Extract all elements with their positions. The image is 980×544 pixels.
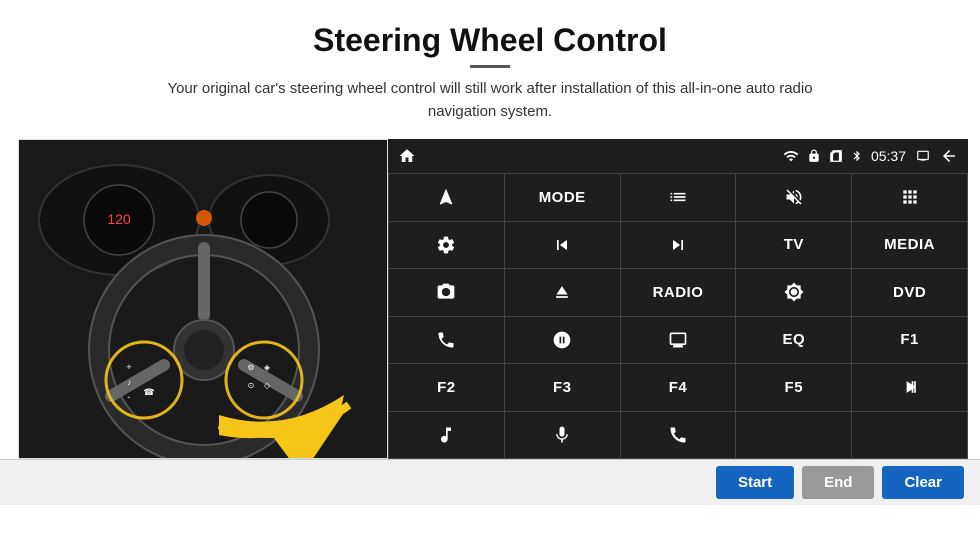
svg-text:+: + [126,362,131,372]
empty1 [736,412,851,459]
panel-button-grid: MODE TV MEDIA [388,173,968,459]
screen-icon [914,149,932,163]
svg-text:♪: ♪ [127,378,131,387]
panel-status-bar: 05:37 [388,139,968,173]
subtitle: Your original car's steering wheel contr… [140,78,840,123]
content-area: 120 + ♪ - ☎ ⚙ ◈ ⊙ ◇ [0,139,980,459]
f3-button[interactable]: F3 [505,364,620,411]
title-divider [470,65,510,68]
start-button[interactable]: Start [716,466,794,499]
lock-icon [807,149,821,163]
mute-button[interactable] [736,174,851,221]
cam360-button[interactable] [389,269,504,316]
playpause-button[interactable] [852,364,967,411]
dvd-button[interactable]: DVD [852,269,967,316]
page-title: Steering Wheel Control [0,0,980,65]
steering-wheel-image: 120 + ♪ - ☎ ⚙ ◈ ⊙ ◇ [18,139,388,459]
f2-button[interactable]: F2 [389,364,504,411]
panel-nav-icons [398,147,416,165]
tv-button[interactable]: TV [736,222,851,269]
next-button[interactable] [621,222,736,269]
brightness-button[interactable] [736,269,851,316]
mode-button[interactable]: MODE [505,174,620,221]
f1-button[interactable]: F1 [852,317,967,364]
back-icon [940,147,958,165]
svg-text:⚙: ⚙ [247,363,254,372]
wifi-icon [783,148,799,164]
svg-text:◇: ◇ [264,381,271,390]
prev-button[interactable] [505,222,620,269]
navigate-button[interactable] [389,174,504,221]
f5-button[interactable]: F5 [736,364,851,411]
mic-button[interactable] [505,412,620,459]
panel-status-icons: 05:37 [783,147,958,165]
swipe-button[interactable] [505,317,620,364]
apps-button[interactable] [852,174,967,221]
settings-button[interactable] [389,222,504,269]
svg-text:⊙: ⊙ [248,381,255,390]
footer-bar: Start End Clear [0,459,980,505]
display-button[interactable] [621,317,736,364]
music-button[interactable] [389,412,504,459]
svg-text:120: 120 [107,211,131,227]
hangup-button[interactable] [621,412,736,459]
list-button[interactable] [621,174,736,221]
home-icon [398,147,416,165]
media-button[interactable]: MEDIA [852,222,967,269]
control-panel: 05:37 MODE [388,139,968,459]
phone-button[interactable] [389,317,504,364]
clear-button[interactable]: Clear [882,466,964,499]
f4-button[interactable]: F4 [621,364,736,411]
end-button[interactable]: End [802,466,874,499]
eject-button[interactable] [505,269,620,316]
empty2 [852,412,967,459]
eq-button[interactable]: EQ [736,317,851,364]
bluetooth-icon [851,148,863,164]
svg-text:☎: ☎ [143,387,154,397]
radio-button[interactable]: RADIO [621,269,736,316]
sim-icon [829,149,843,163]
svg-text:-: - [128,392,131,402]
svg-text:◈: ◈ [264,363,271,372]
panel-time: 05:37 [871,148,906,164]
